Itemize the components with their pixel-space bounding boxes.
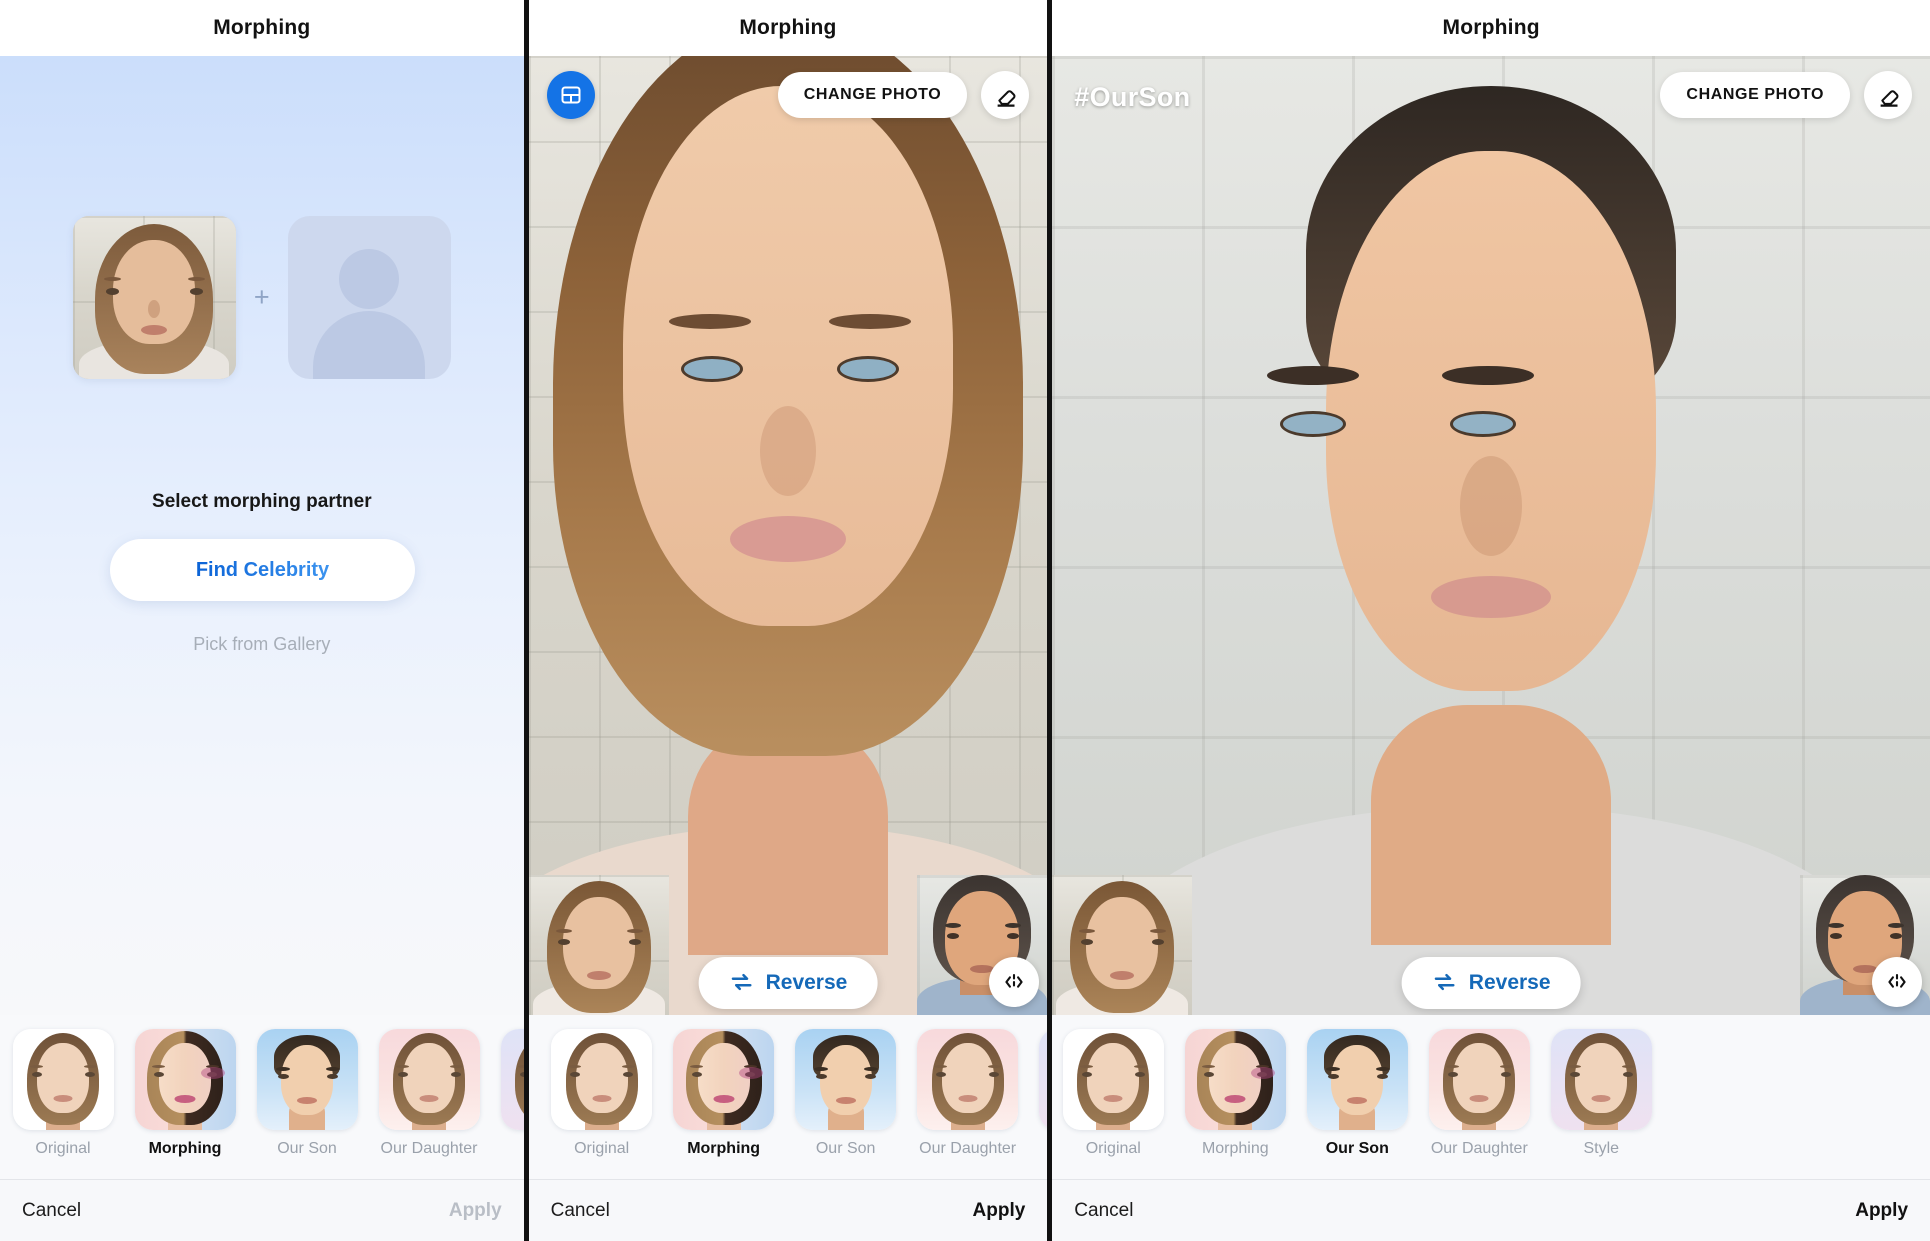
filter-thumbnail: [917, 1029, 1019, 1130]
bottom-action-bar: Cancel Apply: [528, 1179, 1048, 1241]
filter-item-our-daughter[interactable]: Our Daughter: [368, 1029, 490, 1158]
filter-label: Morphing: [148, 1140, 222, 1157]
collage-icon[interactable]: [546, 71, 595, 119]
apply-button[interactable]: Apply: [1855, 1200, 1908, 1222]
filter-item-original[interactable]: Original: [1052, 1029, 1174, 1158]
filter-label: Original: [574, 1140, 630, 1157]
apply-button[interactable]: Apply: [973, 1200, 1026, 1222]
filter-thumbnail: [795, 1029, 897, 1130]
screenshot-triptych: Morphing + Select morphing partner Find …: [0, 0, 1930, 1241]
source-photo-thumbnail[interactable]: [72, 216, 236, 379]
filter-item-our-son[interactable]: Our Son: [1296, 1029, 1418, 1158]
panel-select-partner: Morphing + Select morphing partner Find …: [0, 0, 524, 1241]
filter-label: Morphing: [1201, 1140, 1269, 1157]
filter-thumbnail: [134, 1029, 236, 1130]
panel-morphing-result: Morphing CHANGE PHOTO Reverse Original M…: [523, 0, 1048, 1241]
page-title: Morphing: [1442, 16, 1540, 39]
canvas-toolbar: CHANGE PHOTO: [1052, 66, 1930, 124]
cancel-button[interactable]: Cancel: [1074, 1200, 1133, 1222]
result-photo: [1052, 56, 1930, 1015]
reverse-icon: [729, 969, 755, 998]
filter-item-style[interactable]: Style: [490, 1029, 524, 1158]
filter-thumbnail: [378, 1029, 480, 1130]
filter-strip[interactable]: Original Morphing Our Son Our Daughter Style: [1052, 1015, 1930, 1179]
apply-button[interactable]: Apply: [449, 1200, 502, 1222]
filter-label: Style: [1583, 1140, 1620, 1157]
filter-item-our-daughter[interactable]: Our Daughter: [907, 1029, 1029, 1158]
canvas-toolbar: CHANGE PHOTO: [529, 66, 1048, 124]
reverse-label: Reverse: [765, 971, 848, 994]
filter-item-style[interactable]: Style: [1540, 1029, 1662, 1158]
photo-pair-row: +: [0, 216, 524, 379]
filter-thumbnail: [1550, 1029, 1652, 1130]
source-thumbnail-left[interactable]: [528, 875, 669, 1015]
bottom-action-bar: Cancel Apply: [1052, 1179, 1930, 1241]
filter-item-morphing[interactable]: Morphing: [663, 1029, 785, 1158]
reverse-button[interactable]: Reverse: [1401, 957, 1581, 1009]
find-celebrity-button[interactable]: Find Celebrity: [110, 539, 415, 601]
filter-item-original[interactable]: Original: [541, 1029, 663, 1158]
filter-label: Our Son: [1325, 1140, 1389, 1157]
cancel-button[interactable]: Cancel: [551, 1200, 610, 1222]
result-canvas[interactable]: CHANGE PHOTO Reverse: [528, 56, 1048, 1015]
filter-label: Our Daughter: [380, 1140, 478, 1157]
filter-thumbnail: [1428, 1029, 1530, 1130]
filter-item-morphing[interactable]: Morphing: [124, 1029, 246, 1158]
reverse-label: Reverse: [1468, 971, 1551, 994]
cancel-button[interactable]: Cancel: [22, 1200, 81, 1222]
title-bar: Morphing: [528, 0, 1048, 56]
result-photo: [528, 56, 1048, 1015]
page-title: Morphing: [739, 16, 837, 39]
filter-thumbnail: [500, 1029, 524, 1130]
filter-thumbnail: [12, 1029, 114, 1130]
filter-thumbnail: [1039, 1029, 1048, 1130]
filter-thumbnail: [1062, 1029, 1164, 1130]
reverse-icon: [1432, 969, 1458, 998]
filter-label: Morphing: [687, 1140, 761, 1157]
filter-item-original[interactable]: Original: [2, 1029, 124, 1158]
change-photo-button[interactable]: CHANGE PHOTO: [1660, 72, 1851, 118]
filter-thumbnail: [551, 1029, 653, 1130]
result-canvas[interactable]: #OurSon CHANGE PHOTO Reverse: [1052, 56, 1930, 1015]
reverse-button[interactable]: Reverse: [698, 957, 878, 1009]
filter-strip[interactable]: Original Morphing Our Son Our Daughter Style: [528, 1015, 1048, 1179]
partner-select-stage: + Select morphing partner Find Celebrity…: [0, 56, 524, 1015]
title-bar: Morphing: [1052, 0, 1930, 56]
bottom-action-bar: Cancel Apply: [0, 1179, 524, 1241]
panel-our-son-result: Morphing #OurSon CHANGE PHOTO Reverse Or…: [1047, 0, 1930, 1241]
source-thumbnail-left[interactable]: [1052, 875, 1193, 1015]
change-photo-button[interactable]: CHANGE PHOTO: [777, 72, 968, 118]
select-partner-prompt: Select morphing partner: [152, 491, 372, 512]
page-title: Morphing: [213, 16, 311, 39]
empty-partner-slot[interactable]: [287, 216, 451, 379]
title-bar: Morphing: [0, 0, 524, 56]
filter-label: Our Son: [277, 1140, 337, 1157]
filter-item-morphing[interactable]: Morphing: [1174, 1029, 1296, 1158]
eraser-icon[interactable]: [981, 71, 1030, 119]
pick-from-gallery-link[interactable]: Pick from Gallery: [0, 634, 524, 655]
filter-item-our-son[interactable]: Our Son: [785, 1029, 907, 1158]
filter-strip[interactable]: Original Morphing Our Son Our Daughter Style: [0, 1015, 524, 1179]
find-celebrity-label: Find Celebrity: [195, 558, 330, 581]
filter-label: Original: [35, 1140, 91, 1157]
filter-thumbnail: [673, 1029, 775, 1130]
split-compare-icon[interactable]: [1872, 957, 1923, 1007]
filter-thumbnail: [1184, 1029, 1286, 1130]
filter-item-our-son[interactable]: Our Son: [246, 1029, 368, 1158]
filter-label: Our Son: [815, 1140, 876, 1157]
filter-label: Original: [1085, 1140, 1141, 1157]
eraser-icon[interactable]: [1864, 71, 1913, 119]
filter-label: Our Daughter: [1430, 1140, 1528, 1157]
filter-thumbnail: [1306, 1029, 1408, 1130]
plus-icon: +: [253, 282, 270, 312]
split-compare-icon[interactable]: [989, 957, 1040, 1007]
filter-item-style[interactable]: Style: [1029, 1029, 1048, 1158]
filter-label: Our Daughter: [919, 1140, 1017, 1157]
filter-thumbnail: [256, 1029, 358, 1130]
filter-item-our-daughter[interactable]: Our Daughter: [1418, 1029, 1540, 1158]
